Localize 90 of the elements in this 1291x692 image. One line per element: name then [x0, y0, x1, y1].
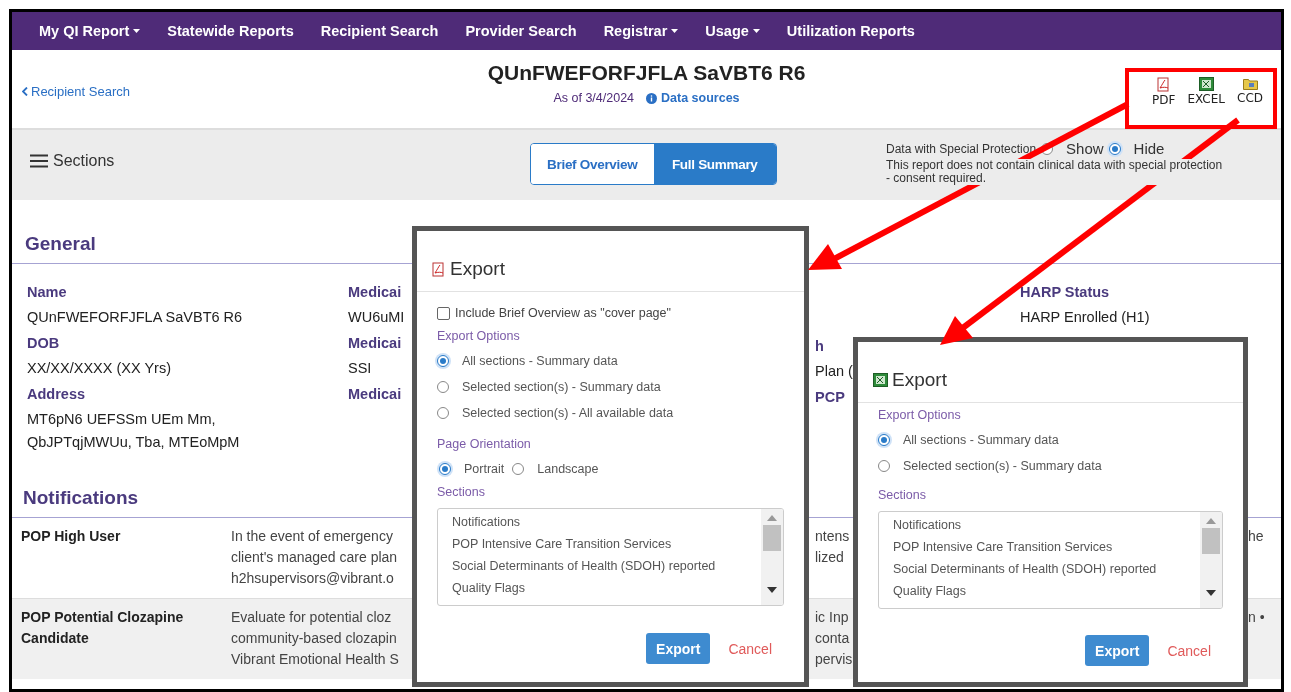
export-link[interactable]: EXCEL — [1187, 77, 1225, 107]
radio-option[interactable]: All sections - Summary data — [437, 354, 618, 368]
radio-option[interactable]: Selected section(s) - Summary data — [878, 459, 1102, 473]
caret-icon — [133, 29, 141, 33]
export-link[interactable]: CCD — [1237, 77, 1263, 107]
spreadsheet-icon — [1198, 77, 1214, 91]
field-value: SSI — [348, 359, 372, 378]
nav-item[interactable]: Usage — [705, 23, 760, 39]
section-option[interactable]: POP Intensive Care Transition Services — [893, 540, 1200, 559]
notification-name: POP Potential Clozapine Candidate — [21, 608, 185, 648]
field-label: Medicai — [348, 283, 402, 302]
section-option[interactable]: Notifications — [452, 515, 761, 534]
caret-icon — [752, 29, 760, 33]
spreadsheet-icon — [873, 373, 888, 387]
section-option[interactable]: Social Determinants of Health (SDOH) reported — [452, 559, 761, 578]
sections-listbox[interactable]: Notifications POP Intensive Care Transition Services Social Determinants of Health (SDOH) reported Quality Flags — [437, 508, 784, 606]
patient-title: QUnFWEFORFJFLA SaVBT6 R6 — [487, 61, 806, 85]
field-label: Medicai — [348, 334, 402, 353]
menu-icon — [30, 154, 48, 168]
notification-text: ntens lized — [815, 527, 850, 567]
info-icon — [646, 92, 658, 104]
export-options-heading: Export Options — [878, 407, 962, 424]
radio-option[interactable]: Hide — [1108, 140, 1165, 157]
scroll-thumb[interactable] — [763, 525, 781, 551]
notification-name: POP High User — [21, 527, 122, 546]
export-button[interactable]: Export — [646, 633, 711, 664]
field-value: QUnFWEFORFJFLA SaVBT6 R6 — [27, 308, 243, 327]
field-value: WU6uMI — [348, 308, 405, 327]
notification-text: n • — [1248, 608, 1265, 627]
field-value: MT6pN6 UEFSSm UEm Mm, QbJPTqjMWUu, Tba, MTEoMpM — [27, 410, 241, 452]
nav-item[interactable]: Statewide Reports — [167, 23, 294, 39]
field-label: HARP Status — [1020, 283, 1110, 302]
nav-item[interactable]: Recipient Search — [320, 23, 439, 39]
section-option[interactable]: Notifications — [893, 518, 1200, 537]
notification-text: In the event of emergency client's managed care plan h2hsupervisors@vibrant.o — [231, 527, 398, 588]
radio-option[interactable]: Landscape — [512, 462, 599, 476]
cover-page-checkbox[interactable]: Include Brief Overview as "cover page" — [437, 302, 784, 324]
field-value: Plan ( — [815, 362, 853, 381]
scroll-thumb[interactable] — [1202, 528, 1220, 554]
back-link[interactable]: Recipient Search — [22, 83, 130, 99]
field-label: Name — [27, 283, 67, 302]
nav-item[interactable]: Provider Search — [465, 23, 577, 39]
export-link[interactable]: PDF — [1152, 77, 1176, 107]
radio-option[interactable]: All sections - Summary data — [878, 433, 1059, 447]
folder-icon — [1242, 77, 1258, 90]
radio-option[interactable]: Selected section(s) - Summary data — [437, 380, 661, 394]
radio-option[interactable]: Show — [1041, 140, 1104, 157]
notification-text: ic Inp conta pervis — [815, 608, 853, 669]
pdf-file-icon — [432, 261, 446, 277]
field-label: PCP — [815, 388, 845, 407]
orientation-heading: Page Orientation — [437, 436, 532, 453]
scroll-down-icon[interactable] — [767, 587, 777, 593]
radio-option[interactable]: Portrait — [439, 462, 505, 476]
export-button[interactable]: Export — [1085, 635, 1150, 666]
caret-icon — [671, 29, 679, 33]
nav-item[interactable]: My QI Report — [39, 23, 141, 39]
special-protection-label: Data with Special Protection — [886, 141, 1037, 156]
export-options-heading: Export Options — [437, 328, 521, 345]
as-of-date: As of 3/4/2024 — [553, 91, 635, 105]
pdf-file-icon — [1156, 77, 1171, 92]
field-value: HARP Enrolled (H1) — [1020, 308, 1150, 327]
scroll-down-icon[interactable] — [1206, 590, 1216, 596]
cancel-button[interactable]: Cancel — [1163, 642, 1215, 659]
view-tab[interactable]: Full Summary — [653, 144, 776, 184]
radio-option[interactable]: Selected section(s) - All available data — [437, 406, 674, 420]
sections-listbox[interactable]: Notifications POP Intensive Care Transition Services Social Determinants of Health (SDOH) reported Quality Flags — [878, 511, 1223, 609]
dialog-title-text: Export — [892, 369, 947, 391]
data-sources-link[interactable]: Data sources — [646, 91, 740, 105]
nav-item[interactable]: Registrar — [603, 23, 679, 39]
scroll-up-icon[interactable] — [767, 515, 777, 521]
cancel-button[interactable]: Cancel — [724, 640, 776, 657]
field-value: XX/XX/XXXX (XX Yrs) — [27, 359, 171, 378]
section-option[interactable]: Social Determinants of Health (SDOH) reported — [893, 562, 1200, 581]
section-option[interactable]: Quality Flags — [893, 584, 1200, 603]
field-label: h — [815, 337, 824, 356]
sections-button[interactable]: Sections — [30, 152, 115, 170]
section-option[interactable]: POP Intensive Care Transition Services — [452, 537, 761, 556]
scroll-up-icon[interactable] — [1206, 518, 1216, 524]
scrollbar[interactable] — [761, 509, 783, 605]
scrollbar[interactable] — [1200, 512, 1222, 608]
sections-heading: Sections — [437, 484, 486, 501]
notification-text: he — [1248, 527, 1264, 546]
notification-text: Evaluate for potential cloz community-based clozapin Vibrant Emotional Health S — [231, 608, 399, 669]
sections-heading: Sections — [878, 487, 927, 504]
nav-item[interactable]: Utilization Reports — [786, 23, 915, 39]
field-label: Address — [27, 385, 86, 404]
field-label: DOB — [27, 334, 60, 353]
field-label: Medicai — [348, 385, 402, 404]
chevron-left-icon — [22, 86, 28, 96]
section-option[interactable]: Quality Flags — [452, 581, 761, 600]
